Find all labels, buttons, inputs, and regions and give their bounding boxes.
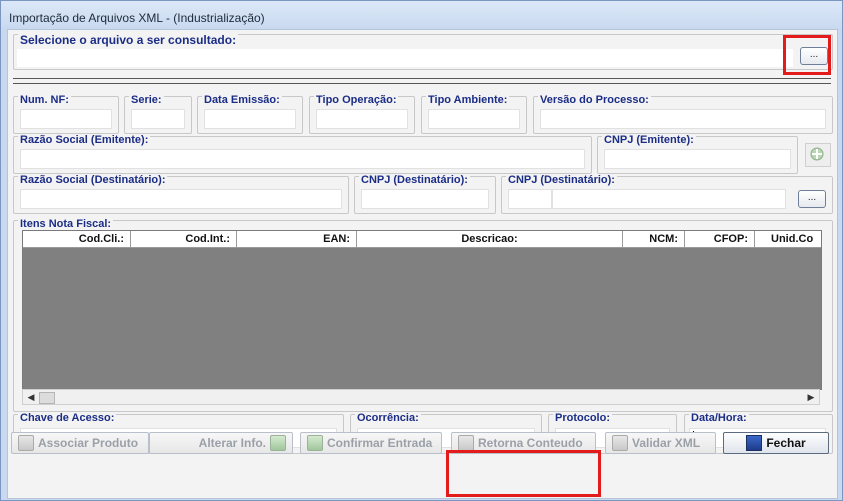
num-nf-label: Num. NF: bbox=[18, 94, 71, 106]
tipo-ambiente-group: Tipo Ambiente: bbox=[421, 94, 527, 134]
main-window: Importação de Arquivos XML - (Industrial… bbox=[0, 0, 843, 501]
serie-label: Serie: bbox=[129, 94, 164, 106]
form-body: Selecione o arquivo a ser consultado: ..… bbox=[7, 29, 838, 499]
cnpj-destinatario-2-label: CNPJ (Destinatário): bbox=[506, 174, 617, 186]
data-emissao-label: Data Emissão: bbox=[202, 94, 282, 106]
separator-top bbox=[13, 78, 831, 79]
fechar-button[interactable]: Fechar bbox=[723, 432, 829, 454]
chave-acesso-label: Chave de Acesso: bbox=[18, 412, 117, 424]
versao-processo-label: Versão do Processo: bbox=[538, 94, 651, 106]
edit-info-icon bbox=[270, 435, 286, 451]
alterar-info-button[interactable]: Alterar Info. bbox=[149, 432, 293, 454]
serie-group: Serie: bbox=[124, 94, 192, 134]
ocorrencia-label: Ocorrência: bbox=[355, 412, 421, 424]
razao-destinatario-group: Razão Social (Destinatário): bbox=[13, 174, 349, 214]
col-ncm[interactable]: NCM: bbox=[623, 231, 685, 247]
razao-emitente-field[interactable] bbox=[20, 149, 585, 169]
separator-bottom bbox=[13, 83, 831, 84]
add-icon bbox=[810, 147, 824, 161]
fechar-label: Fechar bbox=[766, 436, 806, 450]
items-grid[interactable]: Cod.Cli.: Cod.Int.: EAN: Descricao: NCM:… bbox=[22, 230, 822, 390]
associar-produto-button[interactable]: Associar Produto bbox=[11, 432, 149, 454]
window-title: Importação de Arquivos XML - (Industrial… bbox=[9, 11, 265, 25]
items-horizontal-scrollbar[interactable]: ◀ ▶ bbox=[22, 389, 820, 405]
confirmar-entrada-button[interactable]: Confirmar Entrada bbox=[300, 432, 442, 454]
items-grid-header: Cod.Cli.: Cod.Int.: EAN: Descricao: NCM:… bbox=[23, 231, 821, 248]
col-cod-int[interactable]: Cod.Int.: bbox=[131, 231, 237, 247]
col-cod-cli[interactable]: Cod.Cli.: bbox=[23, 231, 131, 247]
file-select-label: Selecione o arquivo a ser consultado: bbox=[18, 33, 239, 47]
check-icon bbox=[307, 435, 323, 451]
cnpj-destinatario-field[interactable] bbox=[361, 189, 489, 209]
cnpj-destinatario-2-code-field[interactable] bbox=[508, 189, 552, 209]
return-icon bbox=[458, 435, 474, 451]
razao-destinatario-field[interactable] bbox=[20, 189, 342, 209]
file-path-field[interactable] bbox=[16, 48, 794, 68]
tipo-operacao-label: Tipo Operação: bbox=[314, 94, 399, 106]
confirmar-entrada-label: Confirmar Entrada bbox=[327, 436, 433, 450]
retorna-conteudo-button[interactable]: Retorna Conteudo bbox=[451, 432, 596, 454]
cnpj-emitente-label: CNPJ (Emitente): bbox=[602, 134, 696, 146]
col-unid[interactable]: Unid.Co bbox=[755, 231, 821, 247]
tipo-operacao-group: Tipo Operação: bbox=[309, 94, 415, 134]
cnpj-destinatario-2-field[interactable] bbox=[552, 189, 786, 209]
cnpj-destinatario-2-group: CNPJ (Destinatário): ... bbox=[501, 174, 833, 214]
retorna-conteudo-label: Retorna Conteudo bbox=[478, 436, 583, 450]
col-cfop[interactable]: CFOP: bbox=[685, 231, 755, 247]
tipo-operacao-field[interactable] bbox=[316, 109, 408, 129]
tipo-ambiente-label: Tipo Ambiente: bbox=[426, 94, 510, 106]
cnpj-emitente-group: CNPJ (Emitente): bbox=[597, 134, 798, 174]
validar-xml-label: Validar XML bbox=[632, 436, 701, 450]
col-ean[interactable]: EAN: bbox=[237, 231, 357, 247]
col-descricao[interactable]: Descricao: bbox=[357, 231, 623, 247]
validate-icon bbox=[612, 435, 628, 451]
browse-file-button[interactable]: ... bbox=[800, 47, 828, 65]
cnpj-destinatario-label: CNPJ (Destinatário): bbox=[359, 174, 470, 186]
browse-destinatario-button[interactable]: ... bbox=[798, 190, 826, 208]
protocolo-label: Protocolo: bbox=[553, 412, 612, 424]
num-nf-group: Num. NF: bbox=[13, 94, 119, 134]
exit-door-icon bbox=[746, 435, 763, 451]
tipo-ambiente-field[interactable] bbox=[428, 109, 520, 129]
associar-produto-label: Associar Produto bbox=[38, 436, 139, 450]
cnpj-emitente-field[interactable] bbox=[604, 149, 791, 169]
razao-emitente-group: Razão Social (Emitente): bbox=[13, 134, 592, 174]
scroll-right-icon[interactable]: ▶ bbox=[803, 390, 819, 404]
scroll-left-icon[interactable]: ◀ bbox=[23, 390, 39, 404]
data-emissao-field[interactable] bbox=[204, 109, 296, 129]
serie-field[interactable] bbox=[131, 109, 185, 129]
items-label: Itens Nota Fiscal: bbox=[18, 218, 114, 230]
versao-processo-group: Versão do Processo: bbox=[533, 94, 833, 134]
file-select-group: Selecione o arquivo a ser consultado: ..… bbox=[13, 33, 833, 70]
razao-destinatario-label: Razão Social (Destinatário): bbox=[18, 174, 168, 186]
validar-xml-button[interactable]: Validar XML bbox=[605, 432, 716, 454]
data-hora-label: Data/Hora: bbox=[689, 412, 749, 424]
cnpj-destinatario-group: CNPJ (Destinatário): bbox=[354, 174, 496, 214]
scroll-thumb[interactable] bbox=[39, 392, 55, 404]
razao-emitente-label: Razão Social (Emitente): bbox=[18, 134, 151, 146]
versao-processo-field[interactable] bbox=[540, 109, 826, 129]
num-nf-field[interactable] bbox=[20, 109, 112, 129]
data-emissao-group: Data Emissão: bbox=[197, 94, 303, 134]
edit-icon bbox=[18, 435, 34, 451]
alterar-info-label: Alterar Info. bbox=[198, 436, 266, 450]
add-emitente-button[interactable] bbox=[805, 143, 831, 167]
